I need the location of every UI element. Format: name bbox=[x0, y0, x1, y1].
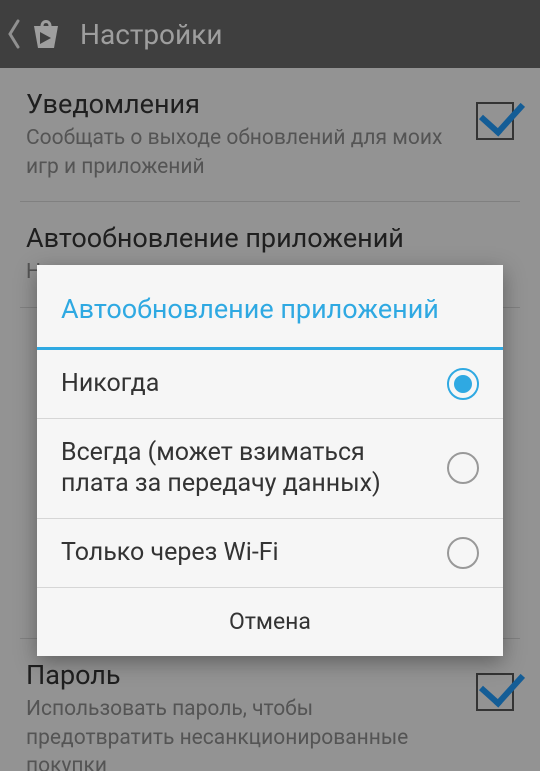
option-never[interactable]: Никогда bbox=[37, 350, 503, 419]
option-wifi[interactable]: Только через Wi-Fi bbox=[37, 519, 503, 588]
autoupdate-dialog: Автообновление приложений Никогда Всегда… bbox=[37, 265, 503, 656]
radio-always[interactable] bbox=[447, 452, 479, 484]
option-label: Только через Wi-Fi bbox=[61, 537, 447, 568]
cancel-button[interactable]: Отмена bbox=[229, 608, 311, 635]
option-always[interactable]: Всегда (может взиматься плата за передач… bbox=[37, 419, 503, 519]
option-label: Всегда (может взиматься плата за передач… bbox=[61, 437, 447, 500]
option-label: Никогда bbox=[61, 368, 447, 399]
dialog-title: Автообновление приложений bbox=[37, 265, 503, 347]
radio-wifi[interactable] bbox=[447, 537, 479, 569]
radio-never[interactable] bbox=[447, 368, 479, 400]
dialog-button-bar: Отмена bbox=[37, 588, 503, 656]
